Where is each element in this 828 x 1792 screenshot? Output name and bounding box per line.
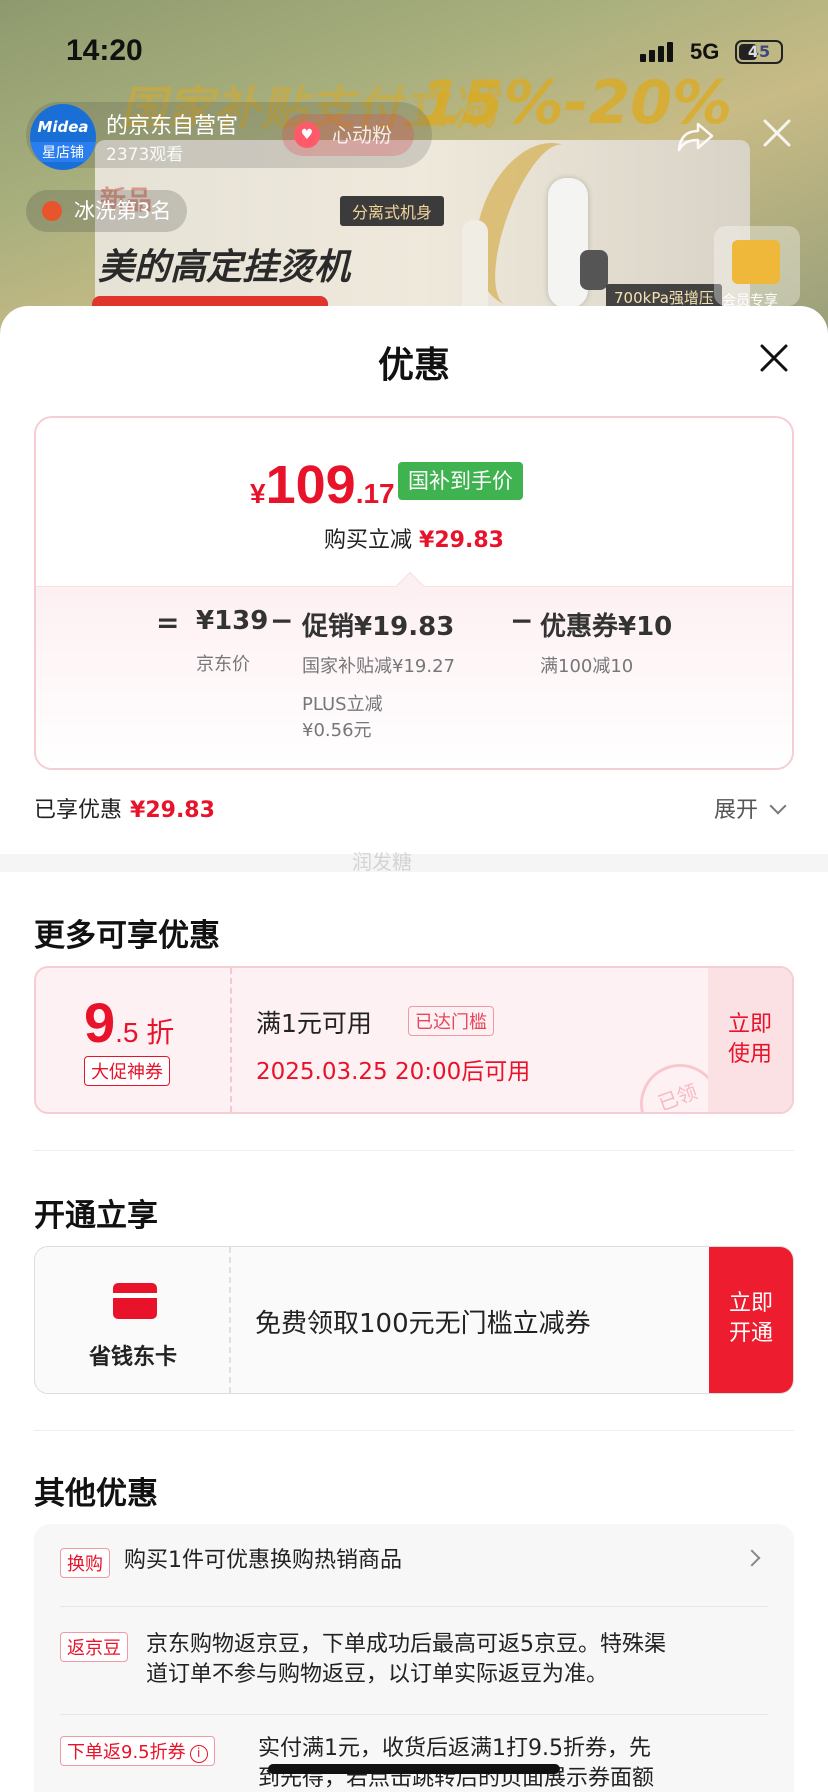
price-calculation: = ¥139 京东价 − 促销¥19.83 国家补贴减¥19.27 PLUS立减… [36,418,792,768]
shop-logo-tag: 星店铺 [30,142,96,162]
trade-in-text: 购买1件可优惠换购热销商品 [124,1548,402,1573]
divider [34,1150,794,1151]
coupon-discount-value: 9.5 折 [84,990,174,1055]
cashback-coupon-tag[interactable]: 下单返9.5折券 i [60,1736,215,1766]
trade-in-tag: 换购 [60,1548,110,1578]
use-now-line2: 使用 [727,1042,772,1067]
close-live-icon[interactable] [760,116,794,150]
coupon-discount-detail: 满100减10 [540,656,634,677]
coupon-discount-int: 9 [84,991,116,1054]
chevron-right-icon [743,1549,761,1567]
open-now-line1: 立即 [728,1291,773,1316]
credit-card-icon [113,1283,157,1319]
coupon-discount-suffix: .5 折 [115,1017,175,1048]
battery-icon: 45 [735,40,783,64]
other-discounts-title: 其他优惠 [34,1476,158,1512]
cashback-text-line1: 实付满1元，收货后返满1打9.5折券，先 [258,1736,651,1761]
shop-logo-brand: Midea [37,118,89,136]
use-now-line1: 立即 [727,1012,772,1037]
join-fans-button[interactable]: ♥ 心动粉 [282,114,414,156]
coupon-type-tag: 大促神券 [84,1056,170,1086]
coupon-discount: 优惠券¥10 [540,612,673,642]
signal-icon [640,42,676,66]
open-enjoy-title: 开通立享 [34,1198,158,1234]
jd-bean-text-line2: 道订单不参与购物返豆，以订单实际返豆为准。 [146,1662,609,1687]
banner-model [462,220,488,310]
heart-icon: ♥ [294,122,320,148]
network-type: 5G [690,39,720,64]
expand-button[interactable]: 展开 [714,792,787,824]
list-item: 返京豆 京东购物返京豆，下单成功后最高可返5京豆。特殊渠 道订单不参与购物返豆，… [60,1630,768,1694]
shop-name: 的京东自营官 [106,114,239,139]
coupon-condition: 满1元可用 [256,1009,372,1038]
coupon-available-time: 2025.03.25 20:00后可用 [256,1059,531,1085]
sheet-title: 优惠 [377,345,450,386]
open-now-line2: 开通 [728,1321,773,1346]
promo-coupon-card[interactable]: 9.5 折 大促神券 满1元可用 已达门槛 2025.03.25 20:00后可… [34,966,794,1114]
cashback-coupon-tag-label: 下单返9.5折券 [67,1742,186,1763]
status-bar: 14:20 5G 45 [0,34,828,74]
discount-sheet: 优惠 ¥109.17 国补到手价 购买立减 ¥29.83 = ¥139 京东价 … [0,306,828,1792]
chevron-down-icon [769,797,787,815]
join-fans-label: 心动粉 [332,123,392,147]
more-discounts-title: 更多可享优惠 [34,918,220,954]
list-item[interactable]: 换购 购买1件可优惠换购热销商品 [60,1546,768,1586]
close-icon[interactable] [756,340,792,376]
steamer-head-image [580,250,608,290]
banner-product-title: 美的高定挂烫机 [98,247,351,288]
watermark: 润发糖 [352,850,412,874]
other-discounts-list: 换购 购买1件可优惠换购热销商品 返京豆 京东购物返京豆，下单成功后最高可返5京… [34,1524,794,1792]
info-icon[interactable]: i [189,1745,208,1763]
rank-badge[interactable]: 冰洗第3名 [26,190,188,232]
divider [60,1714,768,1715]
jd-bean-text-line1: 京东购物返京豆，下单成功后最高可返5京豆。特殊渠 [146,1632,666,1657]
promo-discount: 促销¥19.83 [302,612,455,642]
minus-sign: − [510,604,534,637]
promo-detail-subsidy: 国家补贴减¥19.27 [302,656,455,677]
jd-price-label: 京东价 [196,654,250,675]
viewer-count: 2373观看 [106,145,184,165]
open-now-button[interactable]: 立即 开通 [709,1247,793,1393]
banner-tag-split: 分离式机身 [340,196,445,226]
enjoyed-discount: 已享优惠 ¥29.83 [34,792,215,824]
minus-sign: − [270,604,294,637]
savings-card-name: 省钱东卡 [88,1345,177,1370]
gift-icon [732,240,780,284]
savings-card-left [35,1247,231,1393]
fire-icon [42,201,62,221]
battery-percent: 45 [747,42,771,61]
jd-price: ¥139 [196,606,269,636]
use-now-button[interactable]: 立即 使用 [708,968,792,1112]
section-divider [0,854,828,872]
price-breakdown-card: ¥109.17 国补到手价 购买立减 ¥29.83 = ¥139 京东价 − 促… [34,416,794,770]
jd-bean-tag: 返京豆 [60,1632,128,1662]
shop-avatar[interactable]: Midea 星店铺 [30,104,96,170]
savings-card-desc: 免费领取100元无门槛立减券 [255,1309,591,1339]
list-item: 下单返9.5折券 i 实付满1元，收货后返满1打9.5折券，先 到先得，若点击跳转… [60,1734,768,1792]
enjoyed-amount: ¥29.83 [130,798,215,823]
home-indicator[interactable] [268,1764,560,1774]
savings-card-offer[interactable]: 省钱东卡 免费领取100元无门槛立减券 立即 开通 [34,1246,794,1394]
divider [60,1606,768,1607]
enjoyed-label: 已享优惠 [34,798,123,823]
promo-detail-plus-amount: ¥0.56元 [302,720,372,741]
promo-detail-plus: PLUS立减 [302,694,383,715]
divider [34,1430,794,1431]
rank-label: 冰洗第3名 [74,199,172,223]
threshold-reached-badge: 已达门槛 [408,1006,494,1036]
share-icon[interactable] [676,118,716,154]
status-time: 14:20 [66,34,143,67]
expand-label: 展开 [714,798,759,823]
equals-sign: = [156,606,180,639]
garment-steamer-image [548,178,588,308]
